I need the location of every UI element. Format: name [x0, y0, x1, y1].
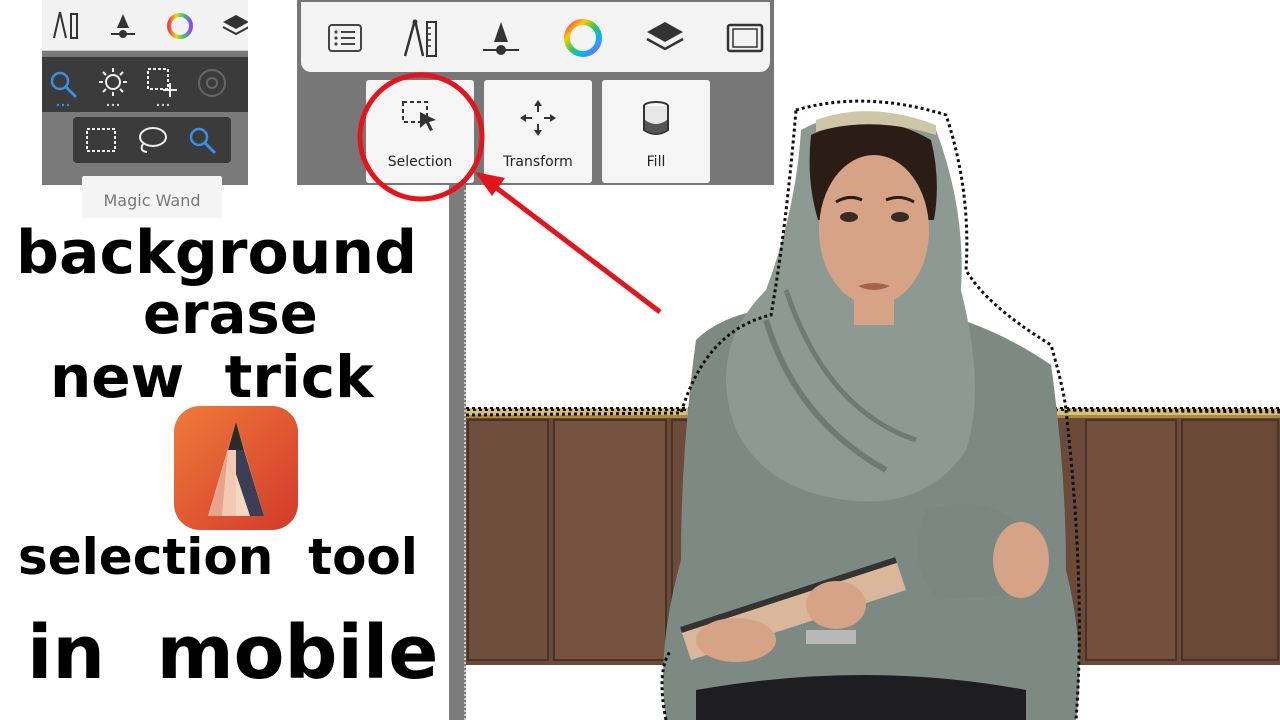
mini-top-toolbar	[42, 0, 248, 51]
auto-select-icon[interactable]	[98, 67, 128, 107]
compass-ruler-icon[interactable]	[52, 10, 80, 40]
add-selection-icon[interactable]	[146, 67, 180, 107]
canvas-photo[interactable]	[466, 90, 1280, 720]
list-icon[interactable]	[323, 16, 367, 60]
selection-tool-label: Selection	[387, 154, 453, 170]
lasso-select-icon[interactable]	[135, 125, 169, 155]
color-wheel-icon[interactable]	[166, 12, 194, 40]
selection-tool-button[interactable]: Selection	[366, 80, 474, 183]
layers-icon[interactable]	[222, 12, 248, 40]
magic-wand-icon[interactable]	[48, 69, 78, 107]
sketchbook-app-icon	[174, 406, 298, 530]
headline-line-3: new trick	[50, 343, 374, 411]
headline-line-5: in mobile	[27, 610, 439, 696]
layers-icon[interactable]	[643, 16, 687, 60]
person-figure	[663, 111, 1080, 720]
canvas-icon[interactable]	[723, 16, 767, 60]
headline-line-4: selection tool	[18, 528, 418, 586]
magic-wand-tooltip: Magic Wand	[82, 176, 222, 218]
brush-size-icon[interactable]	[479, 16, 523, 60]
main-toolbar	[301, 2, 770, 72]
brush-size-icon[interactable]	[110, 12, 136, 40]
selection-submode-bar	[73, 117, 231, 163]
compass-ruler-icon[interactable]	[399, 16, 443, 60]
headline-line-1: background	[16, 218, 418, 288]
circle-target-icon[interactable]	[196, 67, 228, 99]
rect-select-icon[interactable]	[85, 127, 117, 153]
magic-wand-icon[interactable]	[187, 125, 219, 157]
selection-mode-bar	[42, 57, 248, 112]
mini-toolbar-panel	[42, 0, 248, 185]
headline-line-2: erase	[143, 282, 318, 347]
color-wheel-icon[interactable]	[561, 16, 605, 60]
selection-icon	[402, 101, 436, 131]
